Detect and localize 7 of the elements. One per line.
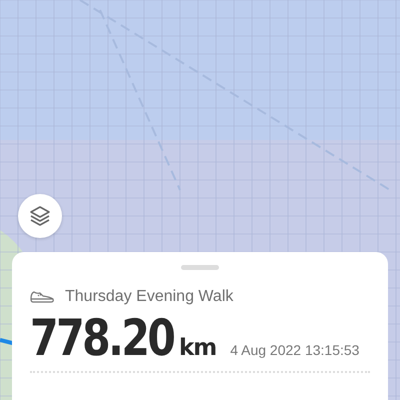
layers-icon <box>28 204 52 228</box>
shoe-icon <box>30 290 55 304</box>
drag-handle[interactable] <box>181 265 219 270</box>
distance-unit: km <box>178 335 216 361</box>
activity-timestamp: 4 Aug 2022 13:15:53 <box>230 342 360 358</box>
distance-value: 778.20 <box>30 312 174 364</box>
activity-title: Thursday Evening Walk <box>65 288 234 306</box>
